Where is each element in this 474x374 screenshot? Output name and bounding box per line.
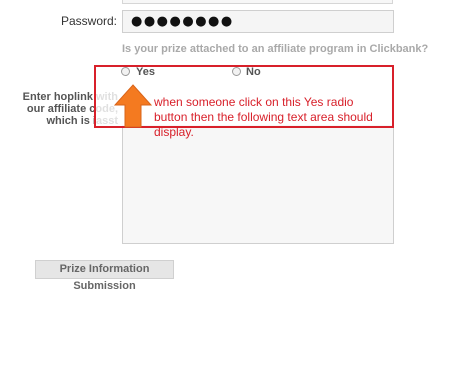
password-label: Password: [60,14,117,28]
radio-yes-label[interactable]: Yes [136,66,155,78]
annotation-note: when someone click on this Yes radio but… [154,95,373,139]
radio-no[interactable] [232,67,241,76]
hoplink-textarea[interactable] [122,125,394,244]
previous-input-field[interactable] [122,0,393,4]
annotation-arrow-icon [114,84,152,128]
radio-yes[interactable] [121,67,130,76]
password-input[interactable]: ●●●●●●●● [122,10,394,33]
affiliate-question: Is your prize attached to an affiliate p… [122,43,429,55]
prize-submit-button[interactable]: Prize Information Submission [35,260,174,292]
radio-no-label[interactable]: No [246,66,261,78]
